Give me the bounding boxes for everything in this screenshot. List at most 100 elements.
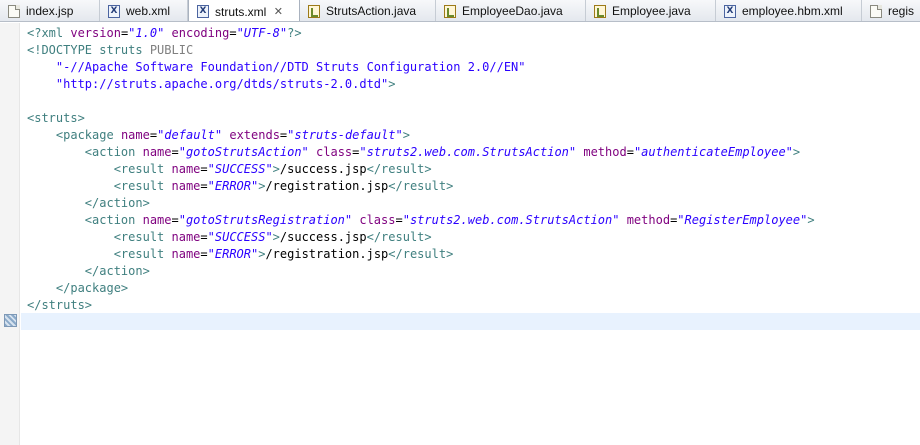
tab-web-xml[interactable]: X web.xml [100,0,188,21]
code-token: <action [84,145,143,159]
code-token: name [171,179,201,193]
code-line: <!DOCTYPE struts PUBLIC [27,42,815,59]
code-token: </result> [366,230,432,244]
code-line: <action name="gotoStrutsAction" class="s… [27,144,815,161]
code-token: "ERROR" [207,247,259,261]
code-token: <!DOCTYPE [27,43,100,57]
code-line: </action> [27,263,815,280]
code-line: <action name="gotoStrutsRegistration" cl… [27,212,815,229]
code-token: name [142,213,172,227]
code-token: name [120,128,150,142]
tab-registration-jsp[interactable]: regis [862,0,920,21]
java-file-icon [444,4,456,18]
code-token: </action> [84,196,150,210]
tab-label: web.xml [126,4,171,18]
code-token: name [171,162,201,176]
code-line: </package> [27,280,815,297]
code-token: name [171,230,201,244]
xml-file-icon: X [108,4,120,18]
code-token: "authenticateEmployee" [633,145,793,159]
tab-label: StrutsAction.java [326,4,417,18]
tab-label: employee.hbm.xml [742,4,843,18]
code-token: <action [84,213,143,227]
code-token: "struts2.web.com.StrutsAction" [402,213,620,227]
code-token: </result> [388,179,454,193]
tab-employeedao-java[interactable]: EmployeeDao.java [436,0,586,21]
editor-tab-bar: index.jsp X web.xml X struts.xml ✕ Strut… [0,0,920,22]
tab-label: EmployeeDao.java [462,4,563,18]
code-line: </action> [27,195,815,212]
code-token: "RegisterEmployee" [677,213,808,227]
code-line: <result name="ERROR">/registration.jsp</… [27,178,815,195]
tab-employee-hbm-xml[interactable]: X employee.hbm.xml [716,0,862,21]
code-token: <result [113,247,172,261]
xml-file-icon: X [724,4,736,18]
code-token: "-//Apache Software Foundation//DTD Stru… [55,60,526,74]
code-token: > [402,128,410,142]
editor-gutter [0,23,20,445]
tab-label: Employee.java [612,4,691,18]
code-token: PUBLIC [149,43,194,57]
tab-struts-xml[interactable]: X struts.xml ✕ [188,0,300,21]
code-token: </result> [388,247,454,261]
close-tab-icon[interactable]: ✕ [272,5,284,18]
tab-label: regis [888,4,915,18]
tab-employee-java[interactable]: Employee.java [586,0,716,21]
tab-strutsaction-java[interactable]: StrutsAction.java [300,0,436,21]
code-token: </struts> [27,298,93,312]
code-token: = [200,230,208,244]
code-token: "gotoStrutsRegistration" [178,213,353,227]
code-token: = [200,179,208,193]
code-token: method [583,145,627,159]
tab-index-jsp[interactable]: index.jsp [0,0,100,21]
code-token: class [316,145,353,159]
code-token: > [807,213,815,227]
code-line: "-//Apache Software Foundation//DTD Stru… [27,59,815,76]
java-file-icon [308,4,320,18]
code-token: <result [113,162,172,176]
code-token: = [149,128,158,142]
code-token: <package [55,128,121,142]
code-token: /success.jsp [279,230,367,244]
code-text-area[interactable]: <?xml version="1.0" encoding="UTF-8"?> <!… [27,25,815,331]
code-token: name [142,145,172,159]
code-token: = [200,247,208,261]
code-token: </action> [84,264,150,278]
code-line: </struts> [27,297,815,314]
jsp-file-icon [870,4,882,18]
code-token: > [792,145,801,159]
jsp-file-icon [8,4,20,18]
tab-label: struts.xml [215,4,267,19]
code-token: "gotoStrutsAction" [178,145,309,159]
code-token: <result [113,230,172,244]
code-token: extends [229,128,280,142]
code-token: = [171,213,179,227]
code-token: > [388,77,396,91]
code-line: <result name="SUCCESS">/success.jsp</res… [27,161,815,178]
code-token: = [171,145,179,159]
code-token: "ERROR" [207,179,259,193]
code-token: </package> [55,281,129,295]
code-line: <result name="ERROR">/registration.jsp</… [27,246,815,263]
code-line: <result name="SUCCESS">/success.jsp</res… [27,229,815,246]
code-line: <struts> [27,110,815,127]
code-token: struts [99,43,150,57]
code-token: </result> [366,162,432,176]
code-editor[interactable]: <?xml version="1.0" encoding="UTF-8"?> <!… [0,23,920,445]
tab-label: index.jsp [26,4,74,18]
code-token: = [395,213,403,227]
code-token: > [272,162,280,176]
